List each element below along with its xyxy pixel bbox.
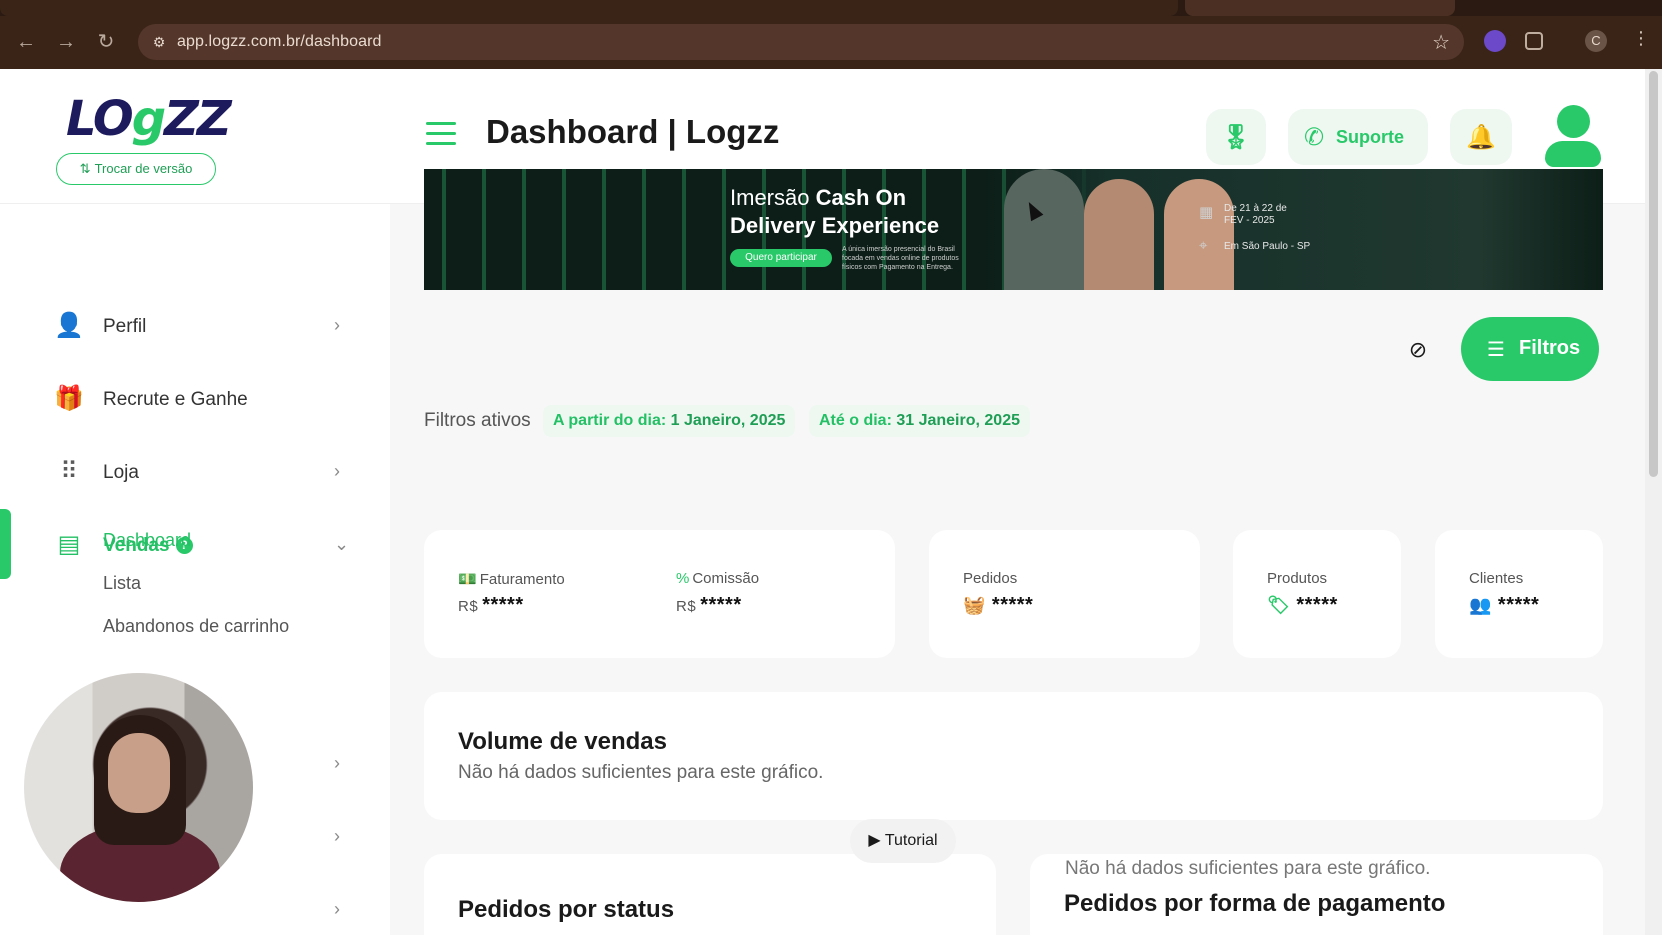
bookmark-star-icon[interactable]: ☆ — [1432, 30, 1450, 55]
swap-icon: ⇅ — [79, 161, 91, 176]
sidebar-item-loja[interactable]: ⠿ Loja › — [0, 445, 390, 501]
bell-icon: 🔔 — [1466, 124, 1496, 151]
sales-volume-card: Volume de vendas Não há dados suficiente… — [424, 692, 1603, 820]
logo-area: LOgZZ ⇅ Trocar de versão — [0, 69, 390, 204]
orders-status-card: Pedidos por status — [424, 854, 996, 935]
orders-label: Pedidos — [963, 570, 1018, 587]
banner-title: Imersão Cash On — [730, 185, 907, 210]
promo-banner[interactable]: Imersão Cash On Delivery Experience Quer… — [424, 169, 1603, 290]
gift-icon: 🎁 — [54, 385, 84, 412]
products-value: 🏷 ***** — [1267, 594, 1338, 616]
sidebar-item-label: Recrute e Ganhe — [103, 389, 248, 410]
sidebar-item-vendas[interactable]: ▤ Vendas? ⌄ — [0, 518, 390, 574]
percent-icon: % — [676, 570, 690, 587]
logo[interactable]: LOgZZ — [66, 91, 232, 147]
chevron-right-icon: › — [334, 461, 340, 481]
banner-description: A única imersão presencial do Brasil foc… — [842, 246, 959, 271]
filters-button[interactable]: ☰ Filtros — [1461, 317, 1599, 381]
revenue-label: 💵 Faturamento — [458, 571, 565, 588]
puzzle-icon[interactable] — [1525, 32, 1543, 50]
chevron-right-icon: › — [334, 826, 340, 846]
url-text[interactable]: app.logzz.com.br/dashboard — [177, 33, 382, 51]
browser-tab[interactable] — [0, 0, 1178, 16]
products-card: Produtos 🏷 ***** — [1233, 530, 1401, 658]
payment-method-empty: Não há dados suficientes para este gráfi… — [1065, 858, 1431, 879]
page-title: Dashboard | Logzz — [486, 113, 780, 150]
browser-tab[interactable] — [1185, 0, 1455, 16]
products-label: Produtos — [1267, 570, 1328, 587]
banner-location: Em São Paulo - SP — [1224, 241, 1311, 252]
commission-value: R$ ***** — [676, 594, 742, 616]
payment-method-title: Pedidos por forma de pagamento — [1064, 890, 1446, 917]
banner-date: De 21 à 22 de FEV - 2025 — [1224, 203, 1287, 226]
revenue-value: R$ ***** — [458, 594, 524, 616]
revenue-card: 💵 Faturamento R$ ***** % Comissão R$ ***** — [424, 530, 895, 658]
sales-volume-title: Volume de vendas — [458, 728, 667, 755]
basket-icon: 🧺 — [963, 595, 986, 615]
support-button[interactable]: ✆ Suporte — [1288, 109, 1428, 165]
filter-chip-to[interactable]: Até o dia: 31 Janeiro, 2025 — [809, 405, 1030, 437]
orders-value: 🧺 ***** — [963, 594, 1034, 616]
clients-value: 👥 ***** — [1469, 594, 1540, 616]
active-indicator — [0, 509, 11, 579]
chevron-down-icon: ⌄ — [334, 534, 350, 554]
tab-strip — [0, 0, 1662, 16]
browser-chrome: ← → ↻ ⚙ app.logzz.com.br/dashboard ☆ C ⋮ — [0, 0, 1662, 69]
sidebar-item-perfil[interactable]: 👤 Perfil › — [0, 299, 390, 355]
orders-status-title: Pedidos por status — [458, 896, 675, 923]
back-icon[interactable]: ← — [12, 28, 40, 56]
chevron-right-icon: › — [334, 315, 340, 335]
chevron-right-icon: › — [334, 753, 340, 773]
submenu-lista[interactable]: Lista — [103, 573, 141, 594]
banner-cta-button[interactable]: Quero participar — [730, 249, 832, 267]
commission-label: % Comissão — [676, 570, 760, 587]
profile-icon[interactable]: C — [1585, 30, 1607, 52]
webcam-overlay — [24, 673, 253, 902]
sales-icon: ▤ — [57, 531, 81, 558]
forward-icon[interactable]: → — [52, 28, 80, 56]
reload-icon[interactable]: ↻ — [92, 28, 120, 56]
address-bar[interactable]: ⚙ app.logzz.com.br/dashboard ☆ — [138, 24, 1464, 60]
tag-icon: 🏷 — [1267, 595, 1291, 615]
scrollbar[interactable] — [1645, 69, 1662, 935]
users-icon: 👥 — [1469, 595, 1492, 615]
sidebar-item-label: Perfil — [103, 316, 147, 337]
filter-chip-from[interactable]: A partir do dia: 1 Janeiro, 2025 — [543, 405, 796, 437]
play-icon: ▶ — [868, 832, 881, 849]
orders-card: Pedidos 🧺 ***** — [929, 530, 1200, 658]
clients-card: Clientes 👥 ***** — [1435, 530, 1603, 658]
grid-icon: ⠿ — [60, 458, 78, 485]
user-icon: 👤 — [54, 312, 84, 339]
more-icon[interactable]: ⋮ — [1632, 28, 1650, 49]
sliders-icon: ☰ — [1487, 339, 1505, 361]
medal-icon: 🎖 — [1220, 124, 1252, 151]
site-settings-icon[interactable]: ⚙ — [150, 33, 168, 51]
menu-toggle-icon[interactable] — [426, 122, 456, 146]
sidebar-item-recrute[interactable]: 🎁 Recrute e Ganhe — [0, 372, 390, 428]
tutorial-button[interactable]: ▶ Tutorial — [850, 819, 956, 863]
whatsapp-icon: ✆ — [1304, 124, 1325, 151]
money-icon: 💵 — [458, 571, 477, 588]
submenu-abandonos[interactable]: Abandonos de carrinho — [103, 616, 289, 637]
avatar[interactable] — [1542, 105, 1604, 167]
submenu-dashboard[interactable]: Dashboard — [103, 530, 191, 551]
sales-volume-empty: Não há dados suficientes para este gráfi… — [458, 762, 824, 783]
sidebar: LOgZZ ⇅ Trocar de versão 👤 Perfil › 🎁 Rec… — [0, 69, 390, 935]
chevron-right-icon: › — [334, 899, 340, 919]
rewards-button[interactable]: 🎖 — [1206, 109, 1266, 165]
sidebar-item-label: Loja — [103, 462, 139, 483]
notifications-button[interactable]: 🔔 — [1450, 109, 1512, 165]
banner-subtitle: Delivery Experience — [730, 213, 940, 238]
location-icon: ⌖ — [1199, 237, 1208, 254]
hide-values-icon[interactable]: ⊘ — [1404, 336, 1432, 364]
extension-icon[interactable] — [1484, 30, 1506, 52]
switch-version-button[interactable]: ⇅ Trocar de versão — [56, 153, 216, 185]
clients-label: Clientes — [1469, 570, 1524, 587]
calendar-icon: ▦ — [1199, 204, 1214, 221]
scrollbar-thumb[interactable] — [1649, 71, 1658, 477]
active-filters-label: Filtros ativos — [424, 410, 531, 431]
support-label: Suporte — [1336, 127, 1405, 147]
